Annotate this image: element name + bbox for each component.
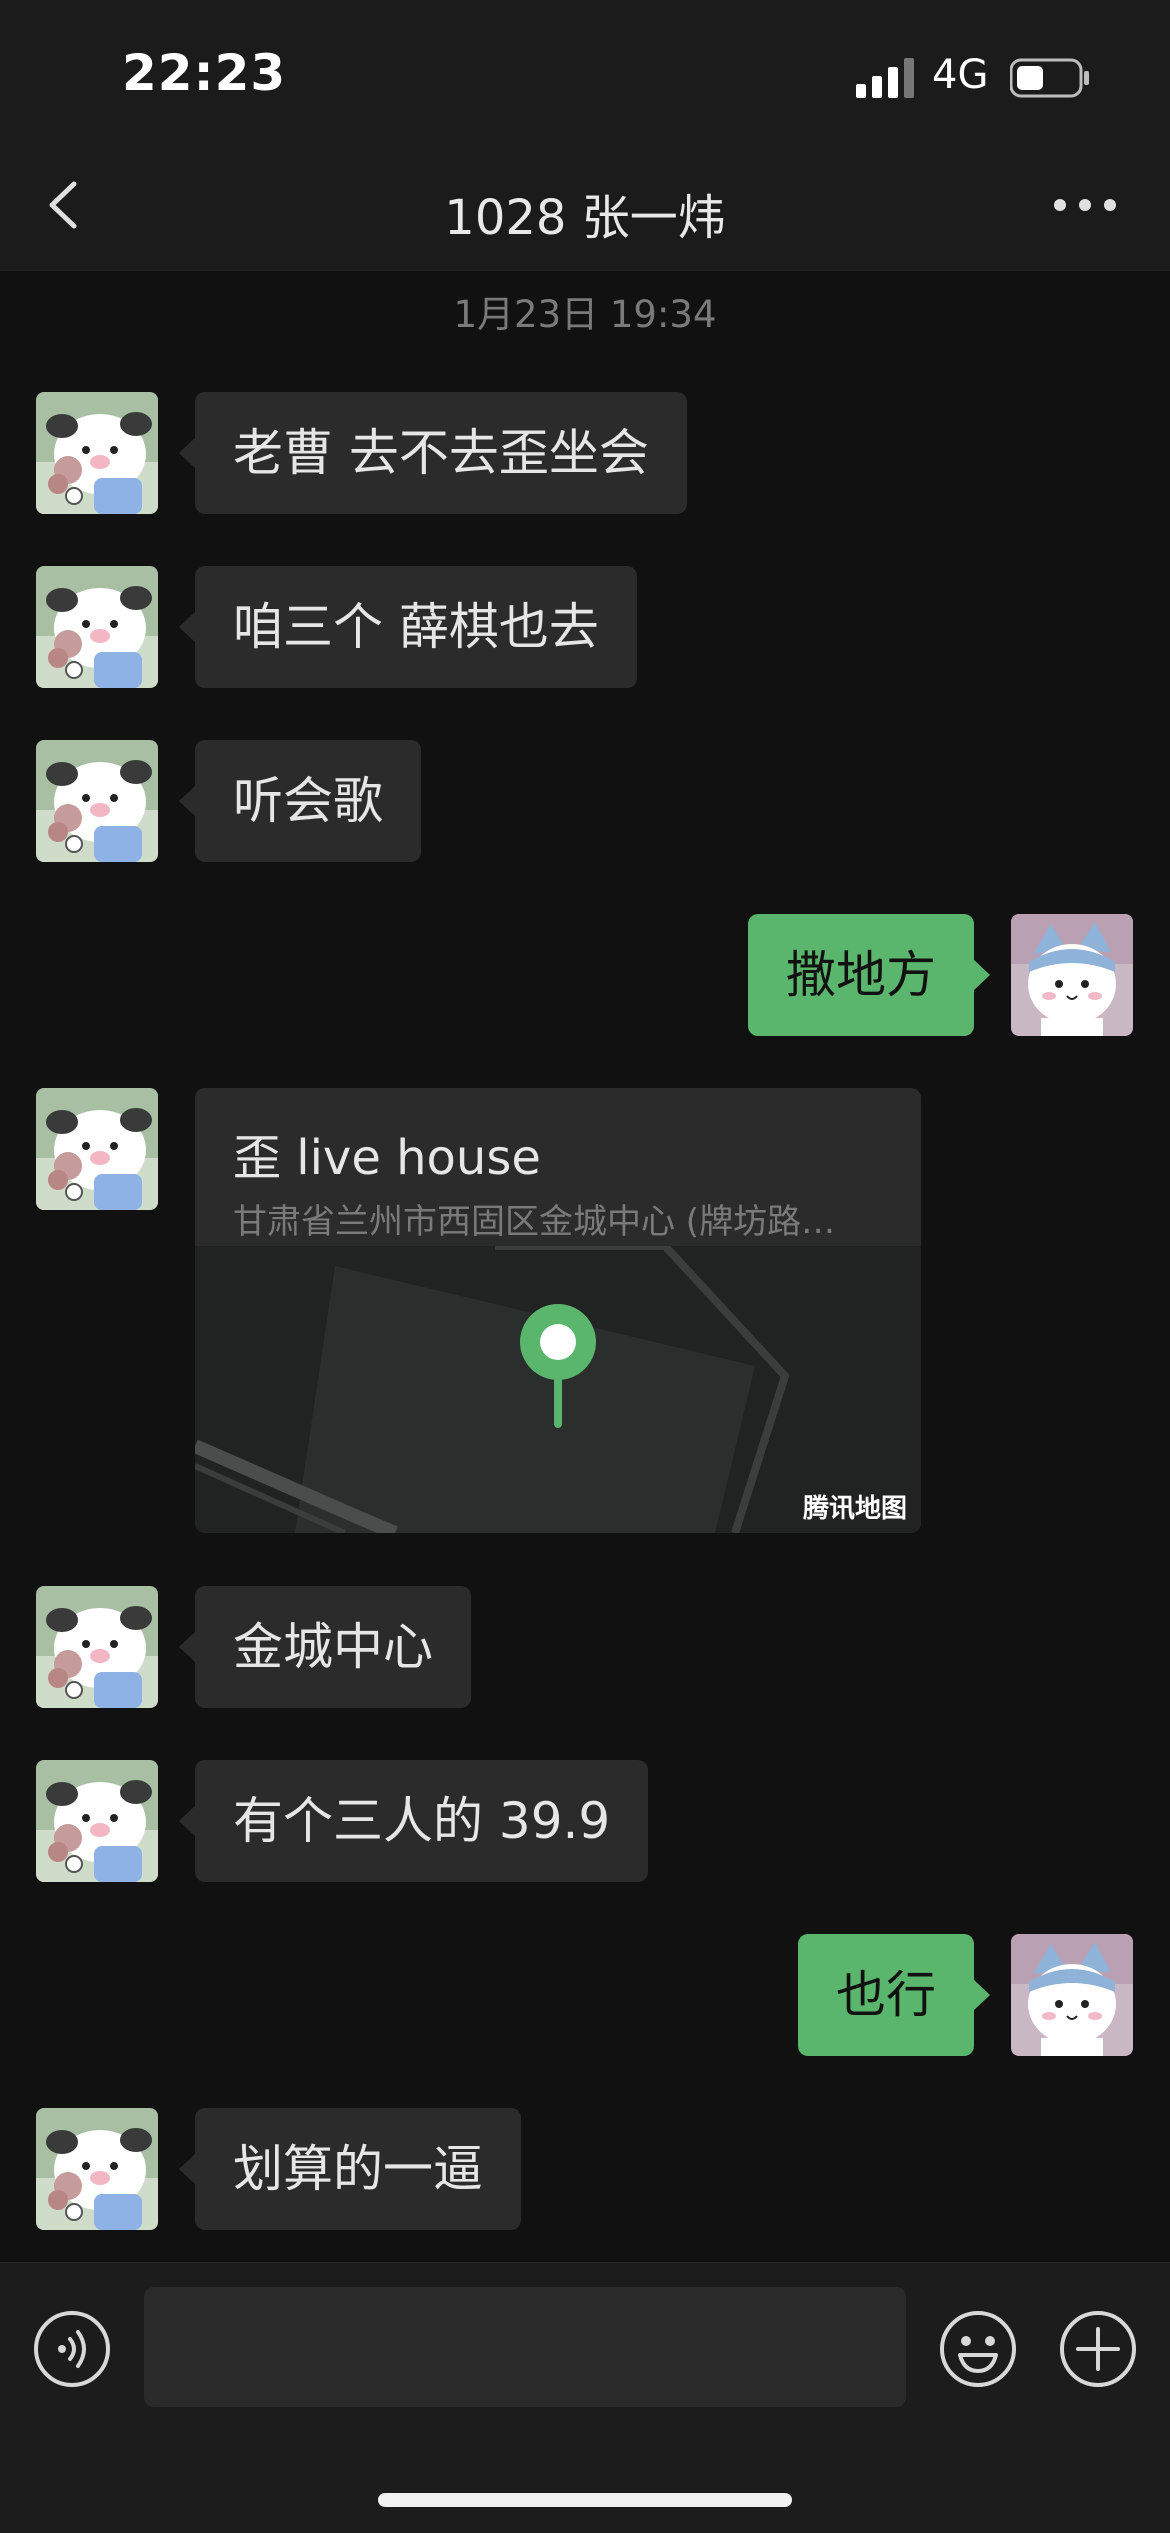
status-bar: 22:23 4G: [0, 0, 1170, 140]
message-bubble-incoming[interactable]: 老曹 去不去歪坐会: [179, 392, 687, 514]
plus-icon[interactable]: [1058, 2309, 1138, 2389]
contact-avatar[interactable]: [36, 740, 158, 862]
emoji-icon[interactable]: [938, 2309, 1018, 2389]
contact-avatar[interactable]: [36, 392, 158, 514]
contact-avatar[interactable]: [36, 2108, 158, 2230]
more-dots-icon[interactable]: [1050, 190, 1120, 220]
status-time: 22:23: [122, 44, 287, 102]
message-bubble-outgoing[interactable]: 也行: [798, 1934, 990, 2056]
contact-avatar[interactable]: [36, 1088, 158, 1210]
contact-avatar[interactable]: [36, 1760, 158, 1882]
message-bubble-incoming[interactable]: 有个三人的 39.9: [178, 1760, 649, 1882]
location-name: 歪 live house: [233, 1130, 541, 1186]
location-address: 甘肃省兰州市西固区金城中心 (牌坊路…: [233, 1202, 836, 1242]
network-type: 4G: [932, 52, 989, 98]
message-input[interactable]: [144, 2287, 906, 2407]
message-bubble-incoming[interactable]: 咱三个 薛棋也去: [179, 566, 637, 688]
message-bubble-outgoing[interactable]: 撒地方: [748, 914, 990, 1036]
battery-icon: [1010, 58, 1089, 98]
home-indicator[interactable]: [378, 2493, 792, 2507]
message-timestamp: 1月23日 19:34: [453, 293, 717, 336]
self-avatar[interactable]: [1011, 914, 1133, 1036]
location-card[interactable]: 歪 live house 甘肃省兰州市西固区金城中心 (牌坊路… 腾讯地图: [195, 1088, 921, 1533]
contact-avatar[interactable]: [36, 1586, 158, 1708]
message-bubble-incoming[interactable]: 金城中心: [179, 1586, 471, 1708]
cellular-signal-icon: [856, 58, 914, 98]
message-bubble-incoming[interactable]: 划算的一逼: [179, 2108, 521, 2230]
message-bubble-incoming[interactable]: 听会歌: [179, 740, 421, 862]
contact-avatar[interactable]: [36, 566, 158, 688]
map-provider-label: 腾讯地图: [802, 1494, 907, 1524]
voice-icon[interactable]: [32, 2309, 112, 2389]
chat-title: 1028 张一炜: [444, 190, 726, 246]
chat-header: 1028 张一炜: [0, 140, 1170, 271]
self-avatar[interactable]: [1011, 1934, 1133, 2056]
